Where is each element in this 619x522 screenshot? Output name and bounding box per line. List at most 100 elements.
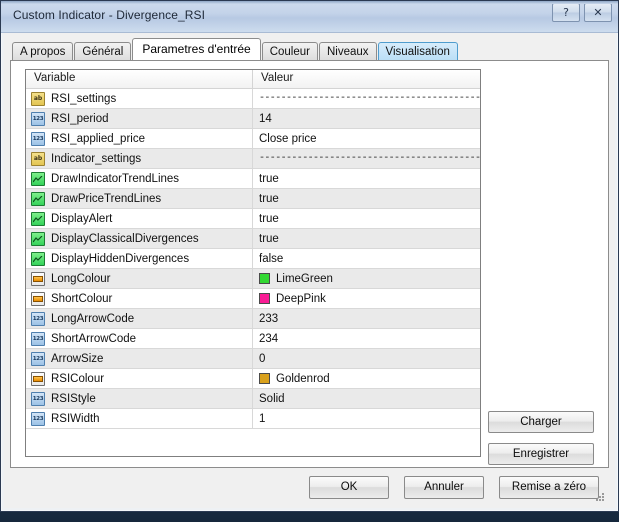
value-text: false (259, 253, 283, 265)
cancel-button[interactable]: Annuler (404, 476, 484, 499)
table-row[interactable]: DisplayAlerttrue (26, 209, 480, 229)
table-row[interactable]: RSIColour Goldenrod (26, 369, 480, 389)
cell-value[interactable]: 233 (253, 309, 480, 328)
tab-2[interactable]: Parametres d'entrée (132, 38, 260, 60)
tab-5[interactable]: Visualisation (378, 42, 458, 61)
table-row[interactable]: DisplayHiddenDivergences false (26, 249, 480, 269)
tab-1[interactable]: Général (74, 42, 131, 61)
table-row[interactable]: 123 RSIStyle Solid (26, 389, 480, 409)
table-row[interactable]: 123RSI_period14 (26, 109, 480, 129)
cell-variable[interactable]: DrawIndicatorTrendLines (26, 169, 253, 188)
cell-value[interactable]: 234 (253, 329, 480, 348)
cell-value[interactable]: LimeGreen (253, 269, 480, 288)
tab-0[interactable]: A propos (12, 42, 73, 61)
cell-value[interactable]: true (253, 209, 480, 228)
cell-value[interactable]: true (253, 169, 480, 188)
cell-variable[interactable]: DisplayClassicalDivergences (26, 229, 253, 248)
title-bar[interactable]: Custom Indicator - Divergence_RSI ? ✕ (1, 1, 618, 33)
trend-line-icon (33, 176, 43, 183)
save-button[interactable]: Enregistrer (488, 443, 594, 465)
tab-3[interactable]: Couleur (262, 42, 318, 61)
cell-variable[interactable]: 123ShortArrowCode (26, 329, 253, 348)
cell-variable[interactable]: RSIColour (26, 369, 253, 388)
grid-header-row: Variable Valeur (26, 70, 480, 89)
value-text: 1 (259, 413, 265, 425)
icon-label: 123 (32, 355, 44, 363)
table-row[interactable]: DrawIndicatorTrendLines true (26, 169, 480, 189)
variable-name: Indicator_settings (51, 153, 141, 165)
cell-value[interactable]: Close price (253, 129, 480, 148)
trend-line-icon (33, 196, 43, 203)
cell-value[interactable]: true (253, 189, 480, 208)
table-row[interactable]: DrawPriceTrendLines true (26, 189, 480, 209)
table-row[interactable]: 123ArrowSize0 (26, 349, 480, 369)
cell-value[interactable]: Solid (253, 389, 480, 408)
cell-value[interactable]: 1 (253, 409, 480, 428)
trend-line-icon (33, 216, 43, 223)
bool-icon (31, 232, 45, 246)
icon-label: 123 (32, 315, 44, 323)
color-swatch-icon (33, 296, 43, 302)
cell-variable[interactable]: ShortColour (26, 289, 253, 308)
cell-variable[interactable]: 123RSI_period (26, 109, 253, 128)
value-color-swatch (259, 293, 270, 304)
cell-variable[interactable]: abIndicator_settings (26, 149, 253, 168)
icon-label: 123 (32, 395, 44, 403)
close-button[interactable]: ✕ (584, 3, 612, 22)
load-button[interactable]: Charger (488, 411, 594, 433)
cell-value[interactable]: DeepPink (253, 289, 480, 308)
cell-variable[interactable]: abRSI_settings (26, 89, 253, 108)
variable-name: DrawIndicatorTrendLines (51, 173, 179, 185)
dialog-client-area: A proposGénéralParametres d'entréeCouleu… (4, 33, 615, 508)
column-header-valeur[interactable]: Valeur (253, 70, 480, 88)
table-row[interactable]: 123ShortArrowCode234 (26, 329, 480, 349)
reset-button[interactable]: Remise a zéro (499, 476, 599, 499)
cell-value[interactable]: 14 (253, 109, 480, 128)
cell-variable[interactable]: 123ArrowSize (26, 349, 253, 368)
cell-variable[interactable]: DrawPriceTrendLines (26, 189, 253, 208)
cell-value[interactable]: 0 (253, 349, 480, 368)
table-row[interactable]: 123RSIWidth 1 (26, 409, 480, 429)
table-row[interactable]: ShortColour DeepPink (26, 289, 480, 309)
int-icon: 123 (31, 412, 45, 426)
value-separator: ----------------------------------------… (259, 153, 480, 164)
bool-icon (31, 212, 45, 226)
cell-variable[interactable]: 123 RSIStyle (26, 389, 253, 408)
cell-value[interactable]: false (253, 249, 480, 268)
cell-variable[interactable]: 123LongArrowCode (26, 309, 253, 328)
bool-icon (31, 192, 45, 206)
cell-variable[interactable]: 123RSI_applied_price (26, 129, 253, 148)
cell-variable[interactable]: LongColour (26, 269, 253, 288)
icon-label: ab (32, 95, 44, 103)
variable-name: DrawPriceTrendLines (51, 193, 161, 205)
table-row[interactable]: DisplayClassicalDivergencestrue (26, 229, 480, 249)
table-row[interactable]: abIndicator_settings --------------------… (26, 149, 480, 169)
cell-value[interactable]: ----------------------------------------… (253, 149, 480, 168)
variable-name: RSIStyle (51, 393, 96, 405)
value-text: Goldenrod (276, 373, 330, 385)
variable-name: ShortArrowCode (51, 333, 136, 345)
cell-value[interactable]: ----------------------------------------… (253, 89, 480, 108)
trend-line-icon (33, 236, 43, 243)
cell-variable[interactable]: DisplayAlert (26, 209, 253, 228)
value-text: DeepPink (276, 293, 326, 305)
icon-label: 123 (32, 415, 44, 423)
cell-value[interactable]: Goldenrod (253, 369, 480, 388)
cell-variable[interactable]: DisplayHiddenDivergences (26, 249, 253, 268)
cell-variable[interactable]: 123RSIWidth (26, 409, 253, 428)
help-button[interactable]: ? (552, 3, 580, 22)
grid-body: abRSI_settings--------------------------… (26, 89, 480, 429)
table-row[interactable]: 123RSI_applied_priceClose price (26, 129, 480, 149)
table-row[interactable]: abRSI_settings--------------------------… (26, 89, 480, 109)
parameters-grid[interactable]: Variable Valeur abRSI_settings----------… (25, 69, 481, 457)
cell-value[interactable]: true (253, 229, 480, 248)
icon-label: 123 (32, 115, 44, 123)
column-header-variable[interactable]: Variable (26, 70, 253, 88)
table-row[interactable]: LongColourLimeGreen (26, 269, 480, 289)
table-row[interactable]: 123LongArrowCode233 (26, 309, 480, 329)
tab-4[interactable]: Niveaux (319, 42, 377, 61)
resize-grip[interactable] (594, 490, 606, 502)
value-color-swatch (259, 373, 270, 384)
string-icon: ab (31, 92, 45, 106)
ok-button[interactable]: OK (309, 476, 389, 499)
